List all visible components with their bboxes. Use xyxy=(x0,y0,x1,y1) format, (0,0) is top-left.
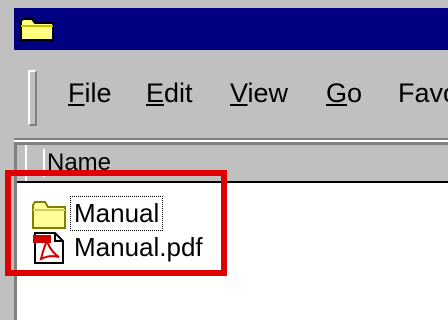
menu-edit[interactable]: Edit xyxy=(146,78,193,109)
highlight-box xyxy=(5,170,227,276)
menu-bar: File Edit View Go Favo xyxy=(14,56,448,138)
menu-favorites[interactable]: Favo xyxy=(398,78,448,109)
explorer-window: File Edit View Go Favo Name Manual xyxy=(0,0,448,320)
title-bar[interactable] xyxy=(14,8,448,50)
toolbar-grip[interactable] xyxy=(28,70,37,126)
menu-view[interactable]: View xyxy=(230,78,288,109)
folder-icon xyxy=(20,18,54,41)
menu-go[interactable]: Go xyxy=(326,78,362,109)
menu-file[interactable]: File xyxy=(68,78,112,109)
